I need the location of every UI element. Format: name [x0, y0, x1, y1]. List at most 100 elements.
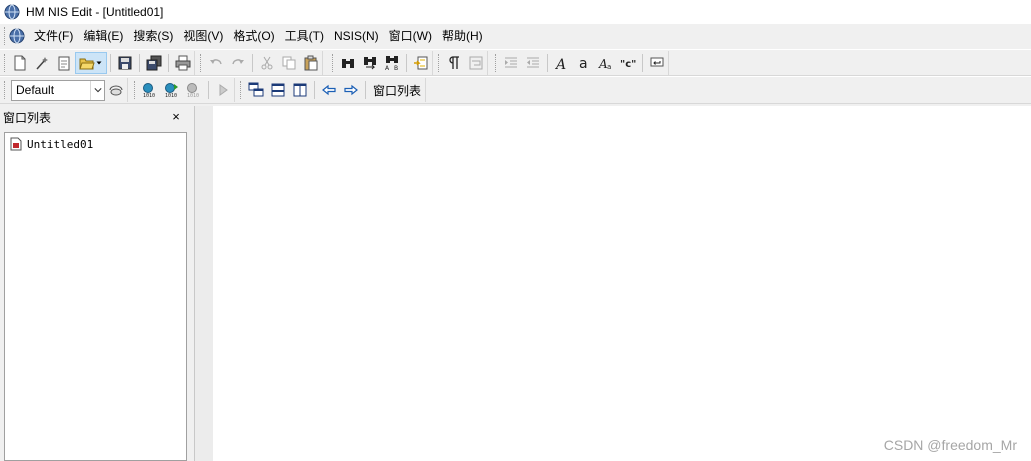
- toolbar-separator: [139, 54, 140, 72]
- toolbar-separator: [365, 81, 366, 99]
- indent-button[interactable]: [500, 52, 522, 74]
- close-icon[interactable]: ×: [169, 109, 183, 124]
- svg-text:1010: 1010: [187, 93, 199, 98]
- svg-text:A: A: [554, 57, 566, 71]
- toolbar-grip[interactable]: [332, 54, 335, 72]
- next-window-button[interactable]: [340, 79, 362, 101]
- compile-button[interactable]: 1010: [139, 79, 161, 101]
- toolbar-grip[interactable]: [438, 54, 441, 72]
- svg-text:1010: 1010: [143, 93, 155, 98]
- watermark: CSDN @freedom_Mr: [883, 437, 1017, 453]
- toolbar-config-group: Default: [2, 78, 128, 102]
- menu-file[interactable]: 文件(F): [29, 26, 78, 46]
- copy-button[interactable]: [278, 52, 300, 74]
- quoted-c-icon: "c": [620, 59, 636, 70]
- menu-bar: 文件(F) 编辑(E) 搜索(S) 视图(V) 格式(O) 工具(T) NSIS…: [0, 24, 1031, 48]
- toolbar-grip[interactable]: [200, 54, 203, 72]
- undo-icon: [210, 59, 222, 65]
- toolbar-separator: [252, 54, 253, 72]
- app-globe-icon: [4, 4, 20, 20]
- open-folder-icon: [79, 58, 95, 70]
- menu-grip[interactable]: [4, 27, 7, 45]
- toolbar-separator: [208, 81, 209, 99]
- tile-horizontal-icon: [271, 83, 285, 97]
- tile-vertical-icon: [293, 83, 307, 97]
- menu-format[interactable]: 格式(O): [228, 26, 279, 46]
- toolbar-grip[interactable]: [134, 81, 137, 99]
- toggle-case-icon: Aa: [598, 57, 611, 71]
- lowercase-a-icon: a: [579, 56, 588, 71]
- menu-window[interactable]: 窗口(W): [384, 26, 437, 46]
- compile-run-button[interactable]: 1010: [161, 79, 183, 101]
- arrow-right-icon: [344, 84, 358, 96]
- save-all-icon: [146, 55, 162, 71]
- editor-text-area[interactable]: CSDN @freedom_Mr: [213, 106, 1031, 461]
- title-bar: HM NIS Edit - [Untitled01]: [0, 0, 1031, 24]
- toolbar-separator: [314, 81, 315, 99]
- printer-icon: [175, 55, 191, 71]
- menu-help[interactable]: 帮助(H): [437, 26, 488, 46]
- uppercase-a-icon: A: [554, 57, 566, 71]
- toolbar-format-group: A a Aa "c": [493, 51, 669, 75]
- window-list-panel: Untitled01: [4, 132, 187, 461]
- magic-wand-icon: [36, 57, 48, 70]
- undo-button[interactable]: [205, 52, 227, 74]
- lowercase-button[interactable]: a: [573, 52, 595, 74]
- word-wrap-button[interactable]: [465, 52, 487, 74]
- toolbar-grip[interactable]: [4, 54, 7, 72]
- list-item[interactable]: Untitled01: [10, 137, 93, 151]
- paste-button[interactable]: [300, 52, 322, 74]
- insert-text-button[interactable]: [646, 52, 668, 74]
- run-button[interactable]: [212, 79, 234, 101]
- list-item-label: Untitled01: [27, 137, 94, 151]
- menu-tools[interactable]: 工具(T): [280, 26, 329, 46]
- find-next-button[interactable]: [359, 52, 381, 74]
- toolbar-separator: [406, 54, 407, 72]
- floppy-disk-icon: [118, 56, 132, 70]
- toolbar-separator: [168, 54, 169, 72]
- quote-string-button[interactable]: "c": [617, 52, 639, 74]
- toolbar-grip[interactable]: [4, 81, 7, 99]
- toggle-case-button[interactable]: Aa: [595, 52, 617, 74]
- toolbar-separator: [547, 54, 548, 72]
- cascade-windows-button[interactable]: [245, 79, 267, 101]
- uppercase-button[interactable]: A: [551, 52, 573, 74]
- window-list-button[interactable]: 窗口列表: [369, 79, 425, 101]
- binoculars-replace-icon: AB: [385, 56, 398, 71]
- editor-line-gutter: [194, 106, 213, 461]
- menu-edit[interactable]: 编辑(E): [78, 26, 128, 46]
- tile-vertical-button[interactable]: [289, 79, 311, 101]
- outdent-icon: [527, 57, 539, 68]
- redo-button[interactable]: [227, 52, 249, 74]
- tile-horizontal-button[interactable]: [267, 79, 289, 101]
- new-wizard-button[interactable]: [31, 52, 53, 74]
- outdent-button[interactable]: [522, 52, 544, 74]
- menu-search[interactable]: 搜索(S): [128, 26, 178, 46]
- play-icon: [219, 84, 228, 96]
- save-all-button[interactable]: [143, 52, 165, 74]
- menu-view[interactable]: 视图(V): [178, 26, 228, 46]
- app-globe-icon[interactable]: [9, 28, 25, 44]
- menu-nsis[interactable]: NSIS(N): [329, 26, 384, 46]
- toolbar-separator: [642, 54, 643, 72]
- show-whitespace-button[interactable]: [443, 52, 465, 74]
- goto-line-icon: [414, 56, 428, 70]
- config-options-button[interactable]: [105, 79, 127, 101]
- find-button[interactable]: [337, 52, 359, 74]
- toolbar-separator: [110, 54, 111, 72]
- toolbar-grip[interactable]: [240, 81, 243, 99]
- cut-button[interactable]: [256, 52, 278, 74]
- print-button[interactable]: [172, 52, 194, 74]
- save-button[interactable]: [114, 52, 136, 74]
- goto-line-button[interactable]: [410, 52, 432, 74]
- previous-window-button[interactable]: [318, 79, 340, 101]
- chevron-down-icon[interactable]: [90, 80, 104, 100]
- open-file-button[interactable]: [75, 52, 107, 74]
- new-file-button[interactable]: [9, 52, 31, 74]
- stop-compile-button[interactable]: 1010: [183, 79, 205, 101]
- config-select[interactable]: Default: [11, 79, 105, 101]
- nsis-script-file-icon: [10, 137, 22, 151]
- new-from-template-button[interactable]: [53, 52, 75, 74]
- toolbar-grip[interactable]: [495, 54, 498, 72]
- replace-button[interactable]: AB: [381, 52, 403, 74]
